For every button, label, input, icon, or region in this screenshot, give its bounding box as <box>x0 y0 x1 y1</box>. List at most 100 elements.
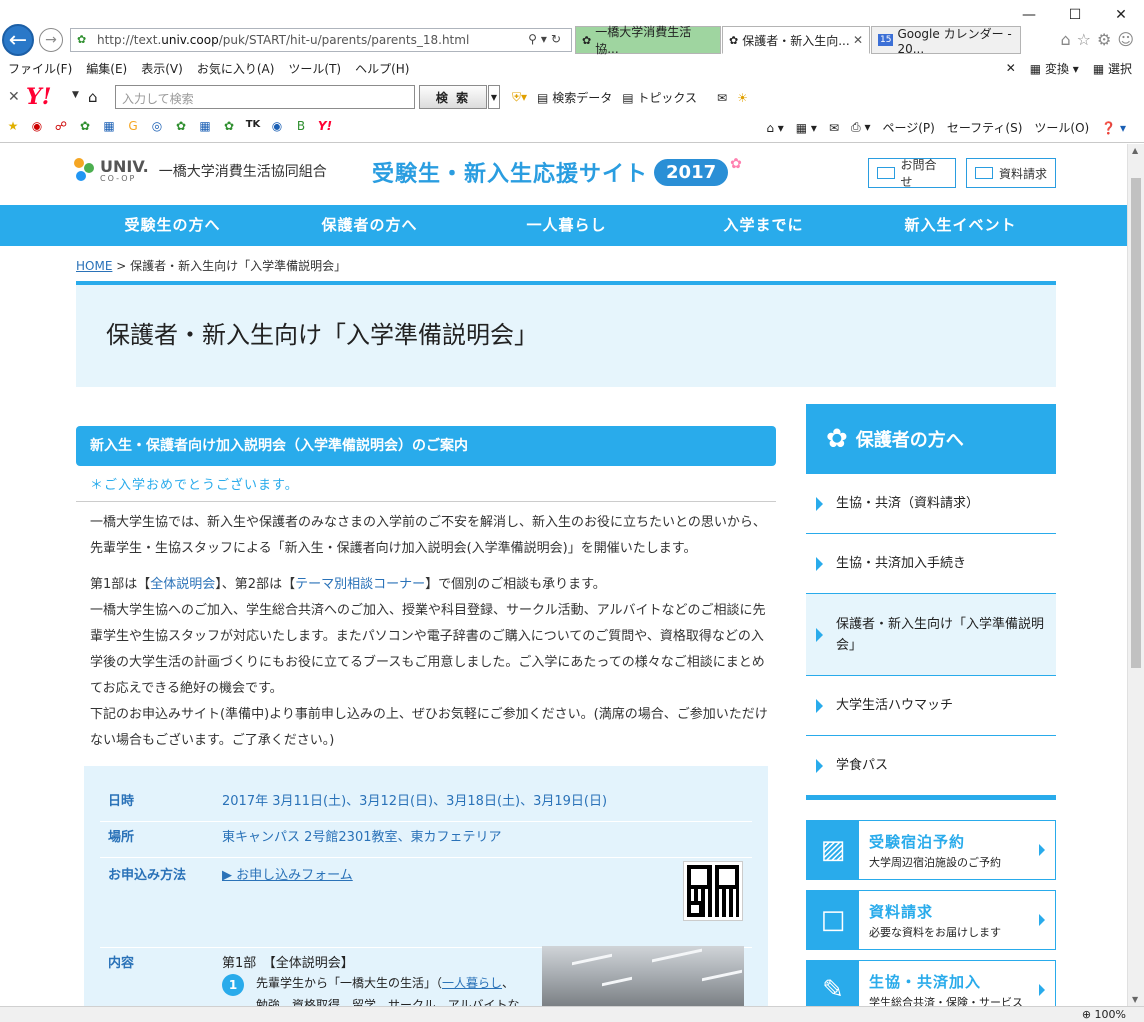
sidebar-item-meal-pass[interactable]: 学食パス <box>806 736 1056 796</box>
chevron-right-icon <box>816 556 823 571</box>
tab-current[interactable]: ✿ 保護者・新入生向... ✕ <box>722 26 870 54</box>
contact-button[interactable]: お問合せ <box>868 158 956 189</box>
feed-icon[interactable]: ▦ ▾ <box>796 121 817 135</box>
weather-icon[interactable]: ☀ <box>737 91 748 105</box>
home-icon[interactable]: ⌂ ▾ <box>766 121 783 135</box>
breadcrumb-home[interactable]: HOME <box>76 259 112 273</box>
topics-button[interactable]: ▤ トピックス <box>622 89 697 106</box>
address-tools[interactable]: ⚲▾↻ <box>528 32 565 46</box>
chevron-down-icon[interactable]: ▾ <box>541 32 551 46</box>
home-icon[interactable]: ⌂ <box>1060 30 1076 49</box>
favorite-link-icon[interactable]: ◉ <box>268 119 286 133</box>
info-row-date: 日時 2017年 3月11日(土)、3月12日(日)、3月18日(土)、3月19… <box>100 790 752 822</box>
vertical-scrollbar[interactable]: ▲ ▼ <box>1127 144 1144 1006</box>
close-toolbar-icon[interactable]: ✕ <box>8 89 20 105</box>
menu-tools[interactable]: ツール(T) <box>288 60 341 77</box>
coop-logo[interactable]: UNIV. CO-OP 一橋大学消費生活協同組合 <box>74 158 327 184</box>
banner-lodging[interactable]: ▨ 受験宿泊予約 大学周辺宿泊施設のご予約 <box>806 820 1056 880</box>
sidebar-item-label: 生協・共済加入手続き <box>836 556 967 571</box>
banner-join[interactable]: ✎ 生協・共済加入 学生総合共済・保険・サービス <box>806 960 1056 1006</box>
shield-icon[interactable]: ⛨▾ <box>512 90 527 105</box>
mail-icon[interactable]: ✉ <box>829 121 839 135</box>
favorite-link-icon[interactable]: G <box>124 119 142 133</box>
favorites-star-icon[interactable]: ★ <box>4 119 22 133</box>
request-label: 資料請求 <box>999 166 1048 181</box>
help-icon[interactable]: ❓ ▾ <box>1101 121 1126 135</box>
chevron-down-icon[interactable]: ▼ <box>72 90 79 100</box>
command-page[interactable]: ページ(P) <box>882 119 934 136</box>
gear-icon[interactable]: ⚙ <box>1097 30 1117 49</box>
favorite-link-icon[interactable]: ◎ <box>148 119 166 133</box>
minimize-icon[interactable]: — <box>1006 4 1052 26</box>
sidebar-item-cost[interactable]: 大学生活ハウマッチ <box>806 676 1056 736</box>
breadcrumb-current: 保護者・新入生向け「入学準備説明会」 <box>130 259 347 273</box>
favorite-link-icon[interactable]: ✿ <box>76 119 94 133</box>
banner-year: 2017 <box>654 158 729 186</box>
nav-examinees[interactable]: 受験生の方へ <box>74 205 271 246</box>
favorite-link-icon[interactable]: ✿ <box>172 119 190 133</box>
scroll-up-icon[interactable]: ▲ <box>1132 146 1138 155</box>
chart-icon: ▤ <box>537 91 549 105</box>
tab-calendar[interactable]: 15 Google カレンダー - 20... <box>871 26 1021 56</box>
print-icon[interactable]: ⎙ ▾ <box>851 120 870 135</box>
banner-request[interactable]: □ 資料請求 必要な資料をお届けします <box>806 890 1056 950</box>
tab-coop[interactable]: ✿ 一橋大学消費生活協... <box>575 25 721 56</box>
close-icon[interactable]: ✕ <box>1098 4 1144 26</box>
favorite-link-icon[interactable]: ▦ <box>100 119 118 133</box>
address-bar[interactable]: ✿ http://text.univ.coop/puk/START/hit-u/… <box>70 28 572 52</box>
site-banner[interactable]: 受験生・新入生応援サイト 2017 ✿ <box>372 156 742 188</box>
menu-view[interactable]: 表示(V) <box>141 60 183 77</box>
favorite-link-icon[interactable]: B <box>292 119 310 133</box>
menu-favorites[interactable]: お気に入り(A) <box>197 60 275 77</box>
yahoo-logo-icon[interactable]: Y! <box>26 84 51 110</box>
menu-edit[interactable]: 編集(E) <box>86 60 127 77</box>
status-bar: ⊕ 100% <box>0 1006 1144 1022</box>
zoom-level[interactable]: ⊕ 100% <box>1082 1008 1126 1021</box>
menu-file[interactable]: ファイル(F) <box>8 60 72 77</box>
select-button[interactable]: ▦ 選択 <box>1093 60 1132 77</box>
link-general-session[interactable]: 全体説明会 <box>150 577 215 592</box>
sidebar-item-request[interactable]: 生協・共済（資料請求） <box>806 474 1056 534</box>
command-tools[interactable]: ツール(O) <box>1034 119 1089 136</box>
date-value: 2017年 3月11日(土)、3月12日(日)、3月18日(土)、3月19日(日… <box>222 794 608 809</box>
yahoo-search-input[interactable]: 入力して検索 <box>115 85 415 109</box>
forward-button[interactable]: → <box>39 28 63 52</box>
refresh-icon[interactable]: ↻ <box>551 32 565 46</box>
mail-icon[interactable]: ✉ <box>717 91 727 105</box>
maximize-icon[interactable]: ☐ <box>1052 4 1098 26</box>
favorite-link-icon[interactable]: ◉ <box>28 119 46 133</box>
item1-description: 先輩学生から「一橋大生の生活」（一人暮らし、勉強、資格取得、留学、サークル、アル… <box>256 972 526 1006</box>
nav-before-enrollment[interactable]: 入学までに <box>665 205 862 246</box>
smiley-icon[interactable]: ☺ <box>1117 30 1140 49</box>
favorite-link-icon[interactable]: Y! <box>316 119 334 133</box>
close-toolbar-icon[interactable]: ✕ <box>1006 61 1016 75</box>
link-living-alone[interactable]: 一人暮らし <box>442 976 502 990</box>
tab-close-icon[interactable]: ✕ <box>853 33 863 47</box>
star-icon[interactable]: ☆ <box>1077 30 1097 49</box>
convert-button[interactable]: ▦ 変換 ▾ <box>1030 60 1079 77</box>
address-url: http://text.univ.coop/puk/START/hit-u/pa… <box>97 33 470 47</box>
yahoo-search-button[interactable]: 検 索 <box>419 85 487 109</box>
menu-help[interactable]: ヘルプ(H) <box>355 60 409 77</box>
favorite-link-icon[interactable]: ▦ <box>196 119 214 133</box>
sidebar-item-join[interactable]: 生協・共済加入手続き <box>806 534 1056 594</box>
request-docs-button[interactable]: 資料請求 <box>966 158 1056 188</box>
scroll-down-icon[interactable]: ▼ <box>1132 995 1138 1004</box>
home-icon[interactable]: ⌂ <box>88 88 98 106</box>
command-safety[interactable]: セーフティ(S) <box>947 119 1023 136</box>
scrollbar-thumb[interactable] <box>1131 178 1141 668</box>
nav-freshman-events[interactable]: 新入生イベント <box>862 205 1059 246</box>
favorite-link-icon[interactable]: TK <box>244 119 262 133</box>
back-button[interactable]: ← <box>2 24 34 56</box>
nav-living-alone[interactable]: 一人暮らし <box>468 205 665 246</box>
favorite-link-icon[interactable]: ☍ <box>52 119 70 133</box>
chevron-down-icon[interactable]: ▼ <box>488 85 500 109</box>
favorite-link-icon[interactable]: ✿ <box>220 119 238 133</box>
link-consultation-corner[interactable]: テーマ別相談コーナー <box>295 577 425 592</box>
search-icon[interactable]: ⚲ <box>528 32 541 46</box>
sidebar-item-briefing[interactable]: 保護者・新入生向け「入学準備説明会」 <box>806 594 1056 676</box>
nav-parents[interactable]: 保護者の方へ <box>271 205 468 246</box>
apply-form-link[interactable]: ▶ お申し込みフォーム <box>222 864 353 883</box>
search-data-button[interactable]: ▤ 検索データ <box>537 89 612 106</box>
zoom-icon: ⊕ <box>1081 1008 1092 1021</box>
